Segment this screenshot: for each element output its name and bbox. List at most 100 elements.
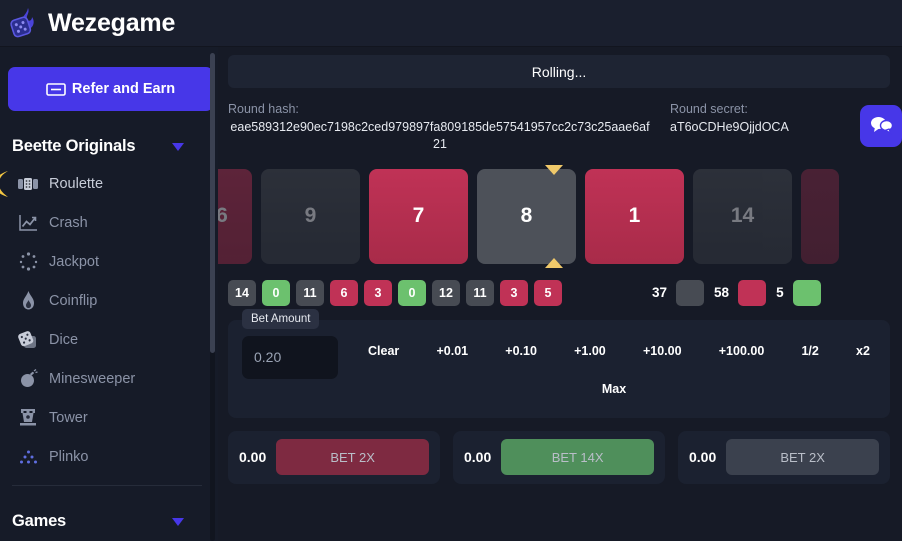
sidebar-item-jackpot[interactable]: Jackpot <box>12 242 206 281</box>
quick-amount-row: Clear +0.01 +0.10 +1.00 +10.00 +100.00 1… <box>352 336 876 360</box>
stat-count: 58 <box>714 285 730 301</box>
stat-green: 5 <box>776 279 821 306</box>
sidebar-item-dice[interactable]: Dice <box>12 320 206 359</box>
round-status-text: Rolling... <box>531 63 587 80</box>
sidebar-item-label: Roulette <box>49 175 104 192</box>
sidebar-item-label: Minesweeper <box>49 370 136 387</box>
selection-pointer-top-icon <box>545 164 563 175</box>
max-row: Max <box>352 380 876 398</box>
reel-track[interactable]: 6 9 7 8 1 14 <box>218 165 890 268</box>
history-chip-value: 12 <box>439 285 453 300</box>
history-chip[interactable]: 3 <box>364 279 392 306</box>
reel-card-selected[interactable]: 8 <box>477 168 576 264</box>
bet-amount-panel: Bet Amount Clear +0.01 +0.10 +1.00 +10.0… <box>228 308 890 418</box>
bet-card-red: 0.00 BET 2X <box>228 430 440 484</box>
add-0-01-button[interactable]: +0.01 <box>434 342 470 360</box>
stat-color-swatch <box>792 279 821 306</box>
history-chip-value: 14 <box>235 285 249 300</box>
sidebar-divider <box>12 485 202 486</box>
reel-card[interactable]: 7 <box>369 168 468 264</box>
sidebar-section-games-header[interactable]: Games <box>12 512 206 531</box>
sidebar-item-tower[interactable]: Tower <box>12 398 206 437</box>
round-hash-label: Round hash: <box>228 102 299 116</box>
history-chip-value: 0 <box>272 285 280 300</box>
chart-trend-icon <box>18 213 38 233</box>
bet-card-value: 0.00 <box>689 449 717 466</box>
history-chip[interactable]: 0 <box>262 279 290 306</box>
bet-card-green: 0.00 BET 14X <box>453 430 665 484</box>
history-chip[interactable]: 6 <box>330 279 358 306</box>
history-chip[interactable]: 12 <box>432 279 460 306</box>
plinko-pegs-icon <box>18 447 38 467</box>
sidebar-item-label: Plinko <box>49 448 89 465</box>
stat-color-swatch <box>676 279 705 306</box>
bet-amount-input[interactable] <box>242 335 338 379</box>
sidebar-item-minesweeper[interactable]: Minesweeper <box>12 359 206 398</box>
halve-bet-button[interactable]: 1/2 <box>799 342 820 360</box>
bet-2x-gray-button[interactable]: BET 2X <box>726 439 879 476</box>
sidebar-item-label: Crash <box>49 214 88 231</box>
history-chip-value: 3 <box>374 285 382 300</box>
sidebar-item-crash[interactable]: Crash <box>12 203 206 242</box>
reel-card[interactable]: 14 <box>693 168 792 264</box>
body-split: Refer and Earn Beette Originals Roulette… <box>0 47 902 541</box>
history-chip-value: 11 <box>303 285 317 300</box>
bomb-icon <box>18 369 38 389</box>
history-row: 14 0 11 6 3 0 12 11 3 5 37 58 5 <box>228 279 890 306</box>
history-chip[interactable]: 11 <box>296 279 324 306</box>
round-hash-block: Round hash: eae589312e90ec7198c2ced97989… <box>228 102 652 153</box>
reel-card[interactable]: 1 <box>585 168 684 264</box>
round-info: Round hash: eae589312e90ec7198c2ced97989… <box>228 102 890 153</box>
add-10-00-button[interactable]: +10.00 <box>641 342 684 360</box>
sidebar-section-originals-header[interactable]: Beette Originals <box>12 137 206 156</box>
reel-card-value: 6 <box>218 204 228 228</box>
round-status-banner: Rolling... <box>228 55 890 88</box>
bet-buttons-row: 0.00 BET 2X 0.00 BET 14X 0.00 BET 2X <box>228 430 890 484</box>
reel-card-value: 14 <box>730 204 755 228</box>
history-chip-value: 6 <box>340 285 348 300</box>
history-chip[interactable]: 0 <box>398 279 426 306</box>
sidebar-section-title: Games <box>12 512 67 530</box>
sidebar-scrollbar-thumb[interactable] <box>210 53 215 353</box>
reel-card[interactable]: 6 <box>218 168 252 264</box>
bet-card-value: 0.00 <box>239 449 267 466</box>
chevron-down-icon[interactable] <box>172 142 184 151</box>
reel-card[interactable]: 9 <box>261 168 360 264</box>
add-1-00-button[interactable]: +1.00 <box>572 342 608 360</box>
chat-toggle-button[interactable] <box>860 105 902 147</box>
stat-red: 58 <box>714 279 767 306</box>
add-0-10-button[interactable]: +0.10 <box>503 342 539 360</box>
history-chip-value: 0 <box>408 285 416 300</box>
bet-2x-red-button[interactable]: BET 2X <box>276 439 429 476</box>
history-chip-value: 11 <box>473 285 487 300</box>
sidebar-item-label: Dice <box>49 331 79 348</box>
round-hash-value: eae589312e90ec7198c2ced979897fa809185de5… <box>230 120 650 151</box>
reel-card-value: 7 <box>412 204 425 228</box>
sidebar-item-roulette[interactable]: Roulette <box>0 164 206 203</box>
sidebar: Refer and Earn Beette Originals Roulette… <box>0 47 218 541</box>
history-chips: 14 0 11 6 3 0 12 11 3 5 <box>228 279 638 306</box>
stat-color-swatch <box>738 279 767 306</box>
history-chip[interactable]: 14 <box>228 279 256 306</box>
chat-bubbles-icon <box>870 115 893 138</box>
double-bet-button[interactable]: x2 <box>854 342 872 360</box>
reel-card[interactable] <box>801 168 839 264</box>
bet-14x-green-button[interactable]: BET 14X <box>501 439 654 476</box>
history-chip-value: 5 <box>544 285 552 300</box>
refer-and-earn-button[interactable]: Refer and Earn <box>8 67 213 111</box>
history-chip[interactable]: 11 <box>466 279 494 306</box>
stat-count: 37 <box>652 285 668 301</box>
clear-bet-button[interactable]: Clear <box>366 342 401 360</box>
sidebar-item-plinko[interactable]: Plinko <box>12 437 206 476</box>
flaming-dice-logo-icon[interactable] <box>8 6 42 40</box>
round-secret-label: Round secret: <box>670 102 748 116</box>
bet-panel-inner: Clear +0.01 +0.10 +1.00 +10.00 +100.00 1… <box>242 335 876 398</box>
chevron-down-icon[interactable] <box>172 517 184 526</box>
sidebar-item-coinflip[interactable]: Coinflip <box>12 281 206 320</box>
sidebar-item-label: Coinflip <box>49 292 98 309</box>
add-100-00-button[interactable]: +100.00 <box>717 342 767 360</box>
history-chip[interactable]: 3 <box>500 279 528 306</box>
history-chip[interactable]: 5 <box>534 279 562 306</box>
top-bar: Wezegame <box>0 0 902 47</box>
max-bet-button[interactable]: Max <box>600 380 628 398</box>
